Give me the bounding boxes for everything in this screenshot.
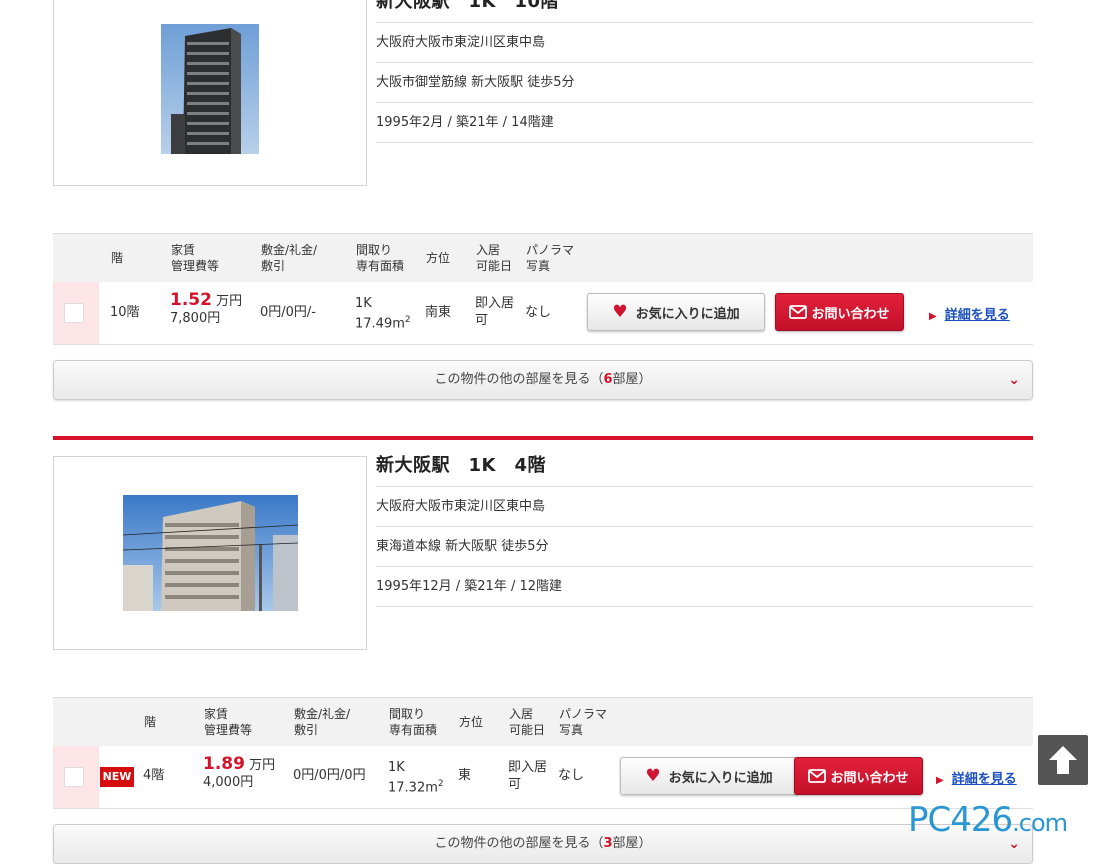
room-panorama: なし (558, 768, 585, 783)
area-unit-sup: 2 (437, 779, 444, 789)
mail-icon (789, 305, 808, 319)
room-layout: 1K 17.49m2 (355, 295, 411, 332)
room-floor: 10階 (110, 305, 140, 320)
other-rooms-count: 6 (603, 372, 613, 387)
header-deposit: 敷金/礼金/敷引 (261, 243, 318, 273)
header-deposit: 敷金/礼金/敷引 (294, 707, 351, 737)
room-move-in: 即入居 可 (508, 760, 548, 792)
room-layout: 1K 17.32m2 (388, 759, 444, 796)
arrow-up-icon (1049, 746, 1077, 774)
add-favorite-button[interactable]: ♥ お気に入りに追加 (620, 757, 798, 795)
listing-separator (53, 436, 1033, 440)
rent-value: 1.52 (170, 290, 212, 310)
contact-button[interactable]: お問い合わせ (775, 293, 904, 331)
header-rent: 家賃 管理費等 (171, 243, 220, 273)
header-floor: 階 (111, 251, 124, 265)
view-details-label[interactable]: 詳細を見る (945, 308, 1010, 323)
room-select-checkbox[interactable] (64, 767, 84, 787)
listing-access: 東海道本線 新大阪駅 徒歩5分 (376, 527, 1033, 567)
building-photo[interactable] (122, 495, 298, 611)
header-rent: 家賃 管理費等 (204, 707, 253, 737)
management-fee: 7,800円 (170, 311, 221, 326)
contact-button[interactable]: お問い合わせ (794, 757, 923, 795)
room-deposit: 0円/0円/0円 (293, 768, 366, 783)
triangle-right-icon: ▶ (929, 311, 937, 322)
room-move-in: 即入居 可 (475, 296, 515, 328)
header-layout: 間取り 専有面積 (389, 707, 438, 737)
room-row: 10階 1.52 万円 7,800円 0円/0円/- 1K 17.49m2 南東… (53, 282, 1033, 345)
other-rooms-prefix: この物件の他の部屋を見る（ (434, 836, 604, 851)
view-details-link[interactable]: ▶ 詳細を見る (936, 768, 1017, 787)
header-move-in: 入居 可能日 (509, 707, 546, 737)
watermark-suffix: .com (1012, 809, 1068, 837)
header-move-in: 入居 可能日 (476, 243, 513, 273)
room-table-header: 階 家賃 管理費等 敷金/礼金/敷引 間取り 専有面積 方位 入居 可能日 パノラマ写… (53, 233, 1033, 283)
room-deposit: 0円/0円/- (260, 305, 316, 320)
room-select-cell (53, 282, 99, 344)
scroll-to-top-button[interactable] (1038, 735, 1088, 785)
header-direction: 方位 (426, 251, 451, 265)
listing-built: 1995年2月 / 築21年 / 14階建 (376, 103, 1033, 143)
listing-info: 新大阪駅 1K 10階 大阪府大阪市東淀川区東中島 大阪市御堂筋線 新大阪駅 徒… (376, 0, 1033, 143)
room-select-cell (53, 746, 99, 808)
other-rooms-prefix: この物件の他の部屋を見る（ (434, 372, 604, 387)
add-favorite-label: お気に入りに追加 (668, 770, 773, 786)
other-rooms-suffix: 部屋） (612, 372, 652, 387)
header-direction: 方位 (459, 715, 484, 729)
header-panorama: パノラマ 写真 (526, 243, 575, 273)
contact-label: お問い合わせ (830, 770, 909, 786)
management-fee: 4,000円 (203, 775, 254, 790)
contact-label: お問い合わせ (811, 306, 890, 322)
room-area: 17.32m (388, 780, 438, 796)
listing-address: 大阪府大阪市東淀川区東中島 (376, 23, 1033, 63)
room-direction: 東 (458, 768, 472, 783)
rent-unit: 万円 (249, 758, 276, 773)
show-other-rooms-button[interactable]: この物件の他の部屋を見る（3部屋） ⌄ (53, 824, 1033, 864)
listing-info: 新大阪駅 1K 4階 大阪府大阪市東淀川区東中島 東海道本線 新大阪駅 徒歩5分… (376, 454, 1033, 607)
heart-icon: ♥ (612, 302, 628, 322)
building-photo[interactable] (161, 24, 259, 154)
room-area: 17.49m (355, 316, 405, 332)
other-rooms-count: 3 (603, 836, 613, 851)
room-rent: 1.52 万円 7,800円 (170, 292, 242, 327)
header-layout: 間取り 専有面積 (356, 243, 405, 273)
add-favorite-button[interactable]: ♥ お気に入りに追加 (587, 293, 765, 331)
show-other-rooms-button[interactable]: この物件の他の部屋を見る（6部屋） ⌄ (53, 360, 1033, 400)
new-badge: NEW (100, 767, 134, 787)
view-details-label[interactable]: 詳細を見る (952, 772, 1017, 787)
room-panorama: なし (525, 305, 552, 320)
layout-type: 1K (388, 760, 405, 775)
header-floor: 階 (144, 715, 157, 729)
listing-address: 大阪府大阪市東淀川区東中島 (376, 487, 1033, 527)
rent-value: 1.89 (203, 754, 245, 774)
room-direction: 南東 (425, 305, 452, 320)
room-table-header: 階 家賃 管理費等 敷金/礼金/敷引 間取り 専有面積 方位 入居 可能日 パノラマ写… (53, 697, 1033, 747)
room-floor: 4階 (143, 768, 165, 783)
chevron-down-icon: ⌄ (1008, 372, 1020, 388)
view-details-link[interactable]: ▶ 詳細を見る (929, 304, 1010, 323)
layout-type: 1K (355, 296, 372, 311)
other-rooms-suffix: 部屋） (612, 836, 652, 851)
watermark-logo: PC426.com (908, 800, 1068, 840)
listing-title[interactable]: 新大阪駅 1K 4階 (376, 454, 1033, 487)
room-select-checkbox[interactable] (64, 303, 84, 323)
listing-access: 大阪市御堂筋線 新大阪駅 徒歩5分 (376, 63, 1033, 103)
watermark-main: PC426 (908, 800, 1013, 840)
room-row: NEW 4階 1.89 万円 4,000円 0円/0円/0円 1K 17.32m… (53, 746, 1033, 809)
listing-title[interactable]: 新大阪駅 1K 10階 (376, 0, 1033, 23)
room-rent: 1.89 万円 4,000円 (203, 756, 275, 791)
heart-icon: ♥ (645, 766, 661, 786)
area-unit-sup: 2 (404, 315, 411, 325)
mail-icon (808, 769, 827, 783)
rent-unit: 万円 (216, 294, 243, 309)
header-panorama: パノラマ 写真 (559, 707, 608, 737)
listing-built: 1995年12月 / 築21年 / 12階建 (376, 567, 1033, 607)
listing-photo-frame[interactable] (53, 456, 367, 650)
add-favorite-label: お気に入りに追加 (635, 306, 740, 322)
triangle-right-icon: ▶ (936, 775, 944, 786)
listing-photo-frame[interactable] (53, 0, 367, 186)
